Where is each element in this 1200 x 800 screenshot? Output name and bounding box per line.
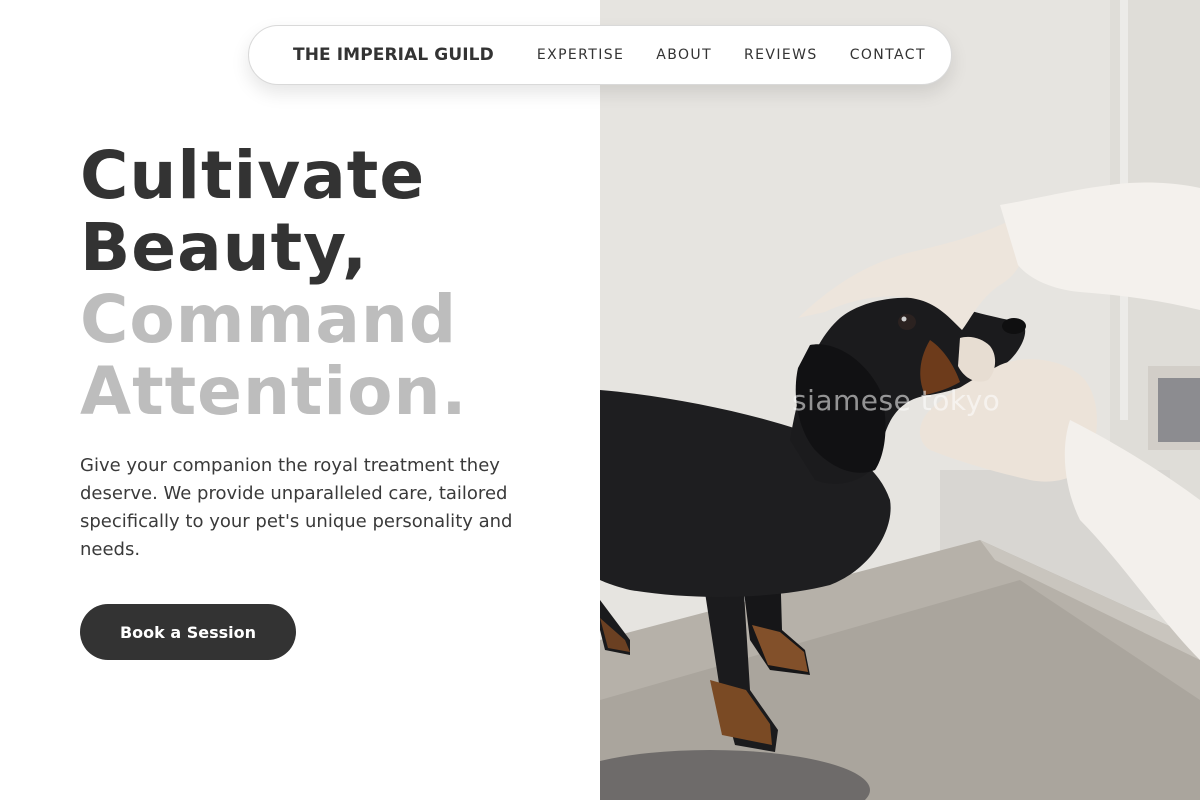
nav-link-reviews[interactable]: REVIEWS	[744, 47, 818, 63]
nav-link-about[interactable]: ABOUT	[656, 47, 712, 63]
nav-link-contact[interactable]: CONTACT	[850, 47, 926, 63]
nav-links: EXPERTISE ABOUT REVIEWS CONTACT	[537, 47, 926, 63]
top-navigation: THE IMPERIAL GUILD EXPERTISE ABOUT REVIE…	[248, 25, 952, 85]
hero-image: siamese tokyo	[600, 0, 1200, 800]
headline-line-2: Beauty,	[80, 209, 369, 286]
book-session-button[interactable]: Book a Session	[80, 604, 296, 660]
image-watermark: siamese tokyo	[792, 384, 1001, 417]
hero-description: Give your companion the royal treatment …	[80, 455, 513, 560]
landing-page: siamese tokyo THE IMPERIAL GUILD EXPERTI…	[0, 0, 1200, 800]
headline-line-3: Command	[80, 281, 458, 358]
brand-logo-text[interactable]: THE IMPERIAL GUILD	[293, 45, 494, 65]
headline-line-4: Attention.	[80, 353, 468, 430]
nav-link-expertise[interactable]: EXPERTISE	[537, 47, 624, 63]
hero-headline: Cultivate Beauty, Command Attention.	[80, 140, 468, 428]
headline-line-1: Cultivate	[80, 137, 426, 214]
